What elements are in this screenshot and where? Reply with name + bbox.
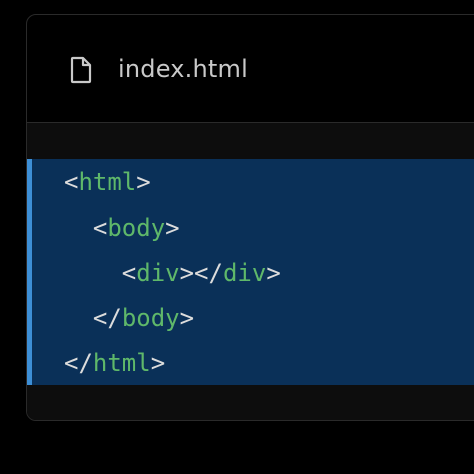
code-bracket: > <box>165 214 180 242</box>
code-block-footer <box>27 385 474 420</box>
code-tag-name: div <box>136 259 180 287</box>
file-tab-header: index.html <box>27 15 474 123</box>
code-line: <html> <box>64 167 151 197</box>
code-line: <div></div> <box>64 258 281 288</box>
code-bracket: > <box>266 259 281 287</box>
code-bracket: </ <box>92 304 122 332</box>
code-line: <body> <box>64 213 180 243</box>
code-block-spacer <box>27 123 474 159</box>
code-bracket: > <box>179 304 195 332</box>
code-block: index.html <html> <body> <div></div> </b… <box>26 14 474 421</box>
code-bracket: > <box>150 349 166 377</box>
code-tag-name: div <box>222 259 267 287</box>
code-bracket: </ <box>64 349 93 377</box>
code-bracket: < <box>92 214 108 242</box>
highlighted-code-panel: <html> <body> <div></div> </body> </html… <box>27 159 474 385</box>
file-icon <box>66 55 96 85</box>
code-bracket: < <box>64 168 79 196</box>
code-tag-name: html <box>92 349 151 377</box>
code-tag-name: body <box>121 304 180 332</box>
code-tag-name: html <box>78 168 137 196</box>
code-bracket: ></ <box>179 259 223 287</box>
code-bracket: < <box>121 259 137 287</box>
code-line: </body> <box>64 303 194 333</box>
file-name: index.html <box>118 55 248 83</box>
code-line: </html> <box>64 348 165 378</box>
code-bracket: > <box>136 168 151 196</box>
highlight-accent-bar <box>27 159 32 385</box>
code-tag-name: body <box>107 214 166 242</box>
